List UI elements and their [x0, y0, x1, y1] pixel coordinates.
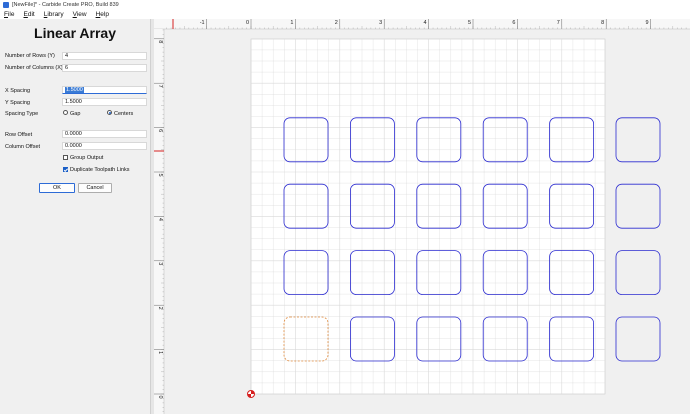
dup-links-label: Duplicate Toolpath Links — [70, 167, 130, 173]
x-spacing-input[interactable]: 1.5000 — [62, 86, 147, 94]
rows-input[interactable]: 4 — [62, 52, 147, 60]
centers-label: Centers — [114, 111, 134, 117]
row-offset-input[interactable]: 0.0000 — [62, 130, 147, 138]
row-offset-label: Row Offset — [5, 132, 33, 138]
ruler-left-label: 8 — [157, 40, 163, 43]
ruler-left-label: 6 — [157, 129, 163, 132]
gap-radio[interactable] — [63, 110, 68, 115]
menu-file[interactable]: File — [4, 11, 15, 18]
menu-bar: File Edit Library View Help — [0, 9, 690, 19]
rows-label: Number of Rows (Y) — [5, 53, 55, 59]
ok-button[interactable]: OK — [39, 183, 75, 193]
ruler-top-label: 1 — [290, 20, 293, 26]
cancel-button[interactable]: Cancel — [78, 183, 112, 193]
ruler-top-label: 7 — [557, 20, 560, 26]
ruler-top-label: 8 — [601, 20, 604, 26]
array-shape — [615, 183, 661, 229]
ruler-left-label: 5 — [157, 173, 163, 176]
linear-array-panel: Linear Array Number of Rows (Y) 4 Number… — [0, 19, 150, 414]
y-spacing-label: Y Spacing — [5, 100, 30, 106]
gap-label: Gap — [70, 111, 81, 117]
centers-radio[interactable] — [107, 110, 112, 115]
group-output-checkbox[interactable] — [63, 155, 68, 160]
cols-input[interactable]: 6 — [62, 64, 147, 72]
array-shape — [615, 316, 661, 362]
ruler-left-label: 4 — [157, 218, 163, 221]
ruler-left-label: 1 — [157, 351, 163, 354]
menu-edit[interactable]: Edit — [24, 11, 35, 18]
ruler-top-label: 5 — [468, 20, 471, 26]
menu-view[interactable]: View — [73, 11, 87, 18]
ruler-top-label: 9 — [646, 20, 649, 26]
ruler-left-label: 3 — [157, 262, 163, 265]
x-spacing-label: X Spacing — [5, 88, 31, 94]
title-bar: [NewFile]* - Carbide Create PRO, Build 8… — [0, 0, 690, 9]
cols-label: Number of Columns (X) — [5, 65, 63, 71]
dup-links-checkbox[interactable] — [63, 167, 68, 172]
spacing-type-label: Spacing Type — [5, 111, 39, 117]
ruler-top-label: -1 — [200, 20, 205, 26]
ruler-top-label: 3 — [379, 20, 382, 26]
ruler-left-label: 2 — [157, 307, 163, 310]
window-title: [NewFile]* - Carbide Create PRO, Build 8… — [12, 1, 119, 8]
design-canvas[interactable]: -1 0 1 2 3 4 5 6 7 8 9 8 7 6 5 4 3 2 1 0 — [154, 19, 690, 414]
ruler-left-label: 0 — [157, 395, 163, 398]
ruler-top-label: 4 — [424, 20, 427, 26]
app-icon — [3, 1, 9, 8]
ruler-left-label: 7 — [157, 85, 163, 88]
ruler-top-label: 2 — [335, 20, 338, 26]
ruler-top-label: 6 — [512, 20, 515, 26]
x-spacing-selection: 1.5000 — [65, 87, 84, 93]
ruler-top — [154, 19, 690, 29]
panel-title: Linear Array — [34, 25, 116, 41]
canvas-svg[interactable]: -1 0 1 2 3 4 5 6 7 8 9 8 7 6 5 4 3 2 1 0 — [154, 19, 690, 414]
array-shape — [615, 250, 661, 296]
menu-help[interactable]: Help — [96, 11, 109, 18]
menu-library[interactable]: Library — [44, 11, 64, 18]
ruler-top-label: 0 — [246, 20, 249, 26]
group-output-label: Group Output — [70, 155, 104, 161]
col-offset-label: Column Offset — [5, 144, 41, 150]
col-offset-input[interactable]: 0.0000 — [62, 142, 147, 150]
y-spacing-input[interactable]: 1.5000 — [62, 98, 147, 106]
array-shape — [615, 117, 661, 163]
